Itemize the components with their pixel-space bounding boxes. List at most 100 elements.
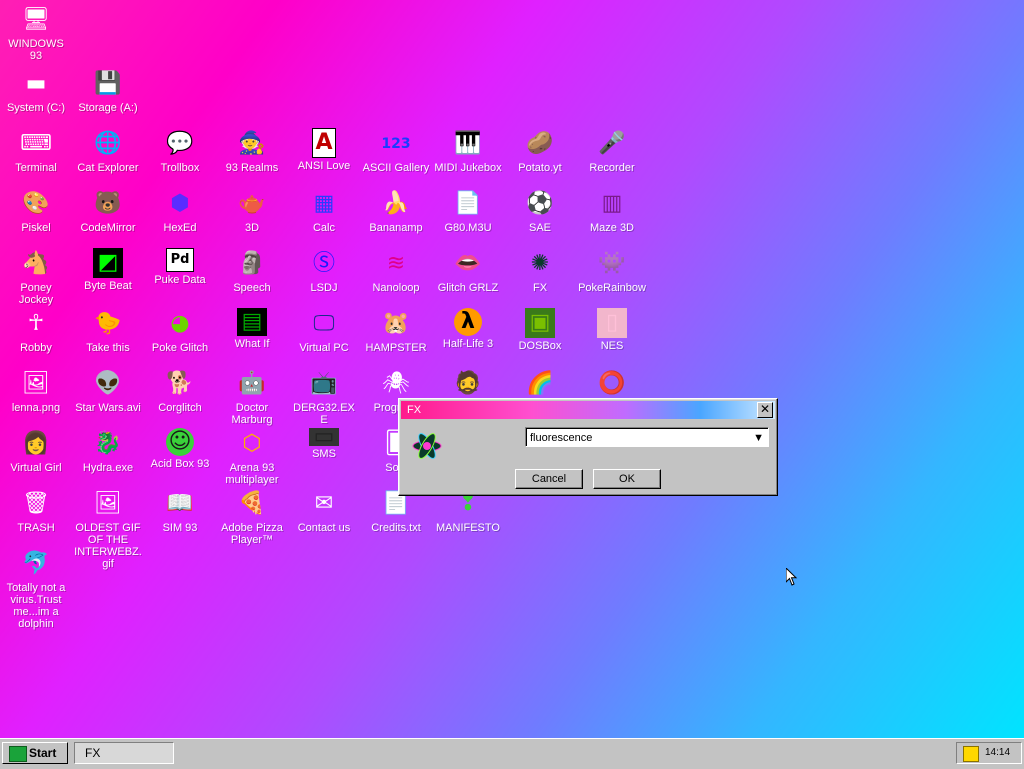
icon-label: FX [532, 282, 548, 294]
hamster-icon: 🐹 [382, 311, 410, 336]
desktop-icon-corglitch[interactable]: 🐕 Corglitch [144, 368, 216, 414]
desktop-icon-portrait[interactable]: 🧔 [432, 368, 504, 402]
close-button[interactable]: ✕ [757, 402, 773, 418]
cartridge-icon: ▯ [597, 308, 627, 338]
desktop-icon-virtual-girl[interactable]: 👩 Virtual Girl [0, 428, 72, 474]
desktop-icon-lsdj[interactable]: Ⓢ LSDJ [288, 248, 360, 294]
icon-label: SAE [528, 222, 551, 234]
desktop-icon-acid-box-93[interactable]: ☺ Acid Box 93 [144, 428, 216, 470]
desktop-icon-pokerainbow[interactable]: 👾 PokeRainbow [576, 248, 648, 294]
desktop-icon-doctor-marburg[interactable]: 🤖 Doctor Marburg [216, 368, 288, 426]
desktop-icon-arena-93[interactable]: ⬡ Arena 93 multiplayer [216, 428, 288, 486]
desktop-icon-dosbox[interactable]: ▣ DOSBox [504, 308, 576, 352]
desktop-icon-trollbox[interactable]: 💬 Trollbox [144, 128, 216, 174]
yoda-icon: 👽 [94, 371, 122, 396]
desktop-icon-dolphin[interactable]: 🐬 Totally not a virus.Trust me...im a do… [0, 548, 72, 630]
desktop-icon-system-c[interactable]: ▬ System (C:) [0, 68, 72, 114]
desktop-icon-robby[interactable]: ☥ Robby [0, 308, 72, 354]
desktop-icon-potato-yt[interactable]: 🥔 Potato.yt [504, 128, 576, 174]
desktop-icon-puke-data[interactable]: Pd Puke Data [144, 248, 216, 286]
computer-icon: 🖥 [22, 7, 50, 32]
desktop-icon-g80-m3u[interactable]: 📄 G80.M3U [432, 188, 504, 234]
icon-label: Storage (A:) [78, 102, 138, 114]
icon-label: Calc [312, 222, 335, 234]
spider-icon: 🕷 [382, 371, 410, 396]
desktop-icon-terminal[interactable]: ⌨ Terminal [0, 128, 72, 174]
desktop-icon-cat-explorer[interactable]: 🌐 Cat Explorer [72, 128, 144, 174]
desktop-icon-lenna-png[interactable]: 🖼 lenna.png [0, 368, 72, 414]
desktop-icon-speech[interactable]: 🗿 Speech [216, 248, 288, 294]
desktop-icon-nanoloop[interactable]: ≋ Nanoloop [360, 248, 432, 294]
icon-label: What If [234, 338, 270, 350]
desktop-icon-hydra-exe[interactable]: 🐉 Hydra.exe [72, 428, 144, 474]
desktop-icon-recorder[interactable]: 🎤 Recorder [576, 128, 648, 174]
desktop-icon-virtual-pc[interactable]: 🖵 Virtual PC [288, 308, 360, 354]
icon-label: LSDJ [310, 282, 338, 294]
desktop-icon-midi-jukebox[interactable]: 🎹 MIDI Jukebox [432, 128, 504, 174]
icon-label: lenna.png [11, 402, 61, 414]
desktop-icon-rainbow[interactable]: 🌈 [504, 368, 576, 402]
desktop-icon-what-if[interactable]: ▤ What If [216, 308, 288, 350]
sprites-icon: 👾 [598, 251, 626, 276]
fx-dialog-titlebar[interactable]: FX ✕ [401, 401, 775, 419]
desktop-icon-ring[interactable]: ⭕ [576, 368, 648, 402]
amiga-ball-icon: ⚽ [526, 191, 554, 216]
desktop-icon-codemirror[interactable]: 🐻 CodeMirror [72, 188, 144, 234]
desktop-icon-contact-us[interactable]: ✉ Contact us [288, 488, 360, 534]
book-icon: 📖 [166, 491, 194, 516]
desktop-icon-93-realms[interactable]: 🧙 93 Realms [216, 128, 288, 174]
icon-label: Doctor Marburg [231, 402, 273, 426]
desktop-icon-ansi-love[interactable]: A ANSI Love [288, 128, 360, 172]
desktop-icon-glitch-grlz[interactable]: 👄 Glitch GRLZ [432, 248, 504, 294]
desktop-icon-3d[interactable]: 🫖 3D [216, 188, 288, 234]
desktop-icon-storage-a[interactable]: 💾 Storage (A:) [72, 68, 144, 114]
tv-face-icon: 📺 [310, 371, 338, 396]
desktop-icon-take-this[interactable]: 🐤 Take this [72, 308, 144, 354]
desktop-icon-hampster[interactable]: 🐹 HAMPSTER [360, 308, 432, 354]
icon-label: NES [600, 340, 624, 352]
desktop-icon-adobe-pizza[interactable]: 🍕 Adobe Pizza Player™ [216, 488, 288, 546]
start-button[interactable]: Start [2, 742, 68, 764]
desktop-icon-hexed[interactable]: ⬢ HexEd [144, 188, 216, 234]
ok-button[interactable]: OK [593, 469, 661, 489]
gif-file-icon: 🖼 [94, 491, 122, 516]
desktop-icon-derg32-exe[interactable]: 📺 DERG32.EXE [288, 368, 360, 426]
face-icon: 🗿 [238, 251, 266, 276]
rss-icon[interactable] [963, 746, 979, 762]
maze-icon: ▥ [601, 191, 623, 216]
desktop-icon-ascii-gallery[interactable]: 123 ASCII Gallery [360, 128, 432, 174]
desktop-icon-sae[interactable]: ⚽ SAE [504, 188, 576, 234]
desktop-icon-trash[interactable]: 🗑 TRASH [0, 488, 72, 534]
taskbar-item-label: FX [85, 746, 101, 760]
desktop-icon-piskel[interactable]: 🎨 Piskel [0, 188, 72, 234]
window-icon: 🖵 [313, 311, 335, 336]
cube-icon: ⬢ [170, 191, 190, 216]
desktop-icon-poney-jockey[interactable]: 🐴 Poney Jockey [0, 248, 72, 306]
fx-dialog-title: FX [407, 404, 422, 416]
hard-drive-icon: ▬ [25, 71, 47, 96]
palette-icon: 🎨 [22, 191, 50, 216]
image-file-icon: 🖼 [22, 371, 50, 396]
icon-label: Nanoloop [372, 282, 420, 294]
desktop-icon-half-life-3[interactable]: λ Half-Life 3 [432, 308, 504, 350]
cancel-button[interactable]: Cancel [515, 469, 583, 489]
desktop-icon-star-wars-avi[interactable]: 👽 Star Wars.avi [72, 368, 144, 414]
desktop-icon-maze-3d[interactable]: ▥ Maze 3D [576, 188, 648, 234]
desktop-icon-sim-93[interactable]: 📖 SIM 93 [144, 488, 216, 534]
desktop-icon-poke-glitch[interactable]: ◕ Poke Glitch [144, 308, 216, 354]
icon-label: HexEd [163, 222, 197, 234]
desktop-icon-byte-beat[interactable]: ◩ Byte Beat [72, 248, 144, 292]
desktop-icon-oldest-gif[interactable]: 🖼 OLDEST GIF OF THE INTERWEBZ.gif [72, 488, 144, 570]
desktop-icon-fx[interactable]: ✺ FX [504, 248, 576, 294]
icon-label: Recorder [589, 162, 635, 174]
creature-icon: 🐻 [94, 191, 122, 216]
desktop-icon-calc[interactable]: ▦ Calc [288, 188, 360, 234]
desktop-icon-bananamp[interactable]: 🍌 Bananamp [360, 188, 432, 234]
desktop-icon-nes[interactable]: ▯ NES [576, 308, 648, 352]
chat-bubble-icon: 💬 [166, 131, 194, 156]
icon-label: Poney Jockey [18, 282, 54, 306]
desktop-icon-sms[interactable]: ▭ SMS [288, 424, 360, 460]
taskbar-item-fx[interactable]: FX [74, 742, 174, 764]
effect-select[interactable]: fluorescence ▼ [525, 427, 769, 447]
desktop-icon-windows-93[interactable]: 🖥 WINDOWS 93 [0, 4, 72, 62]
